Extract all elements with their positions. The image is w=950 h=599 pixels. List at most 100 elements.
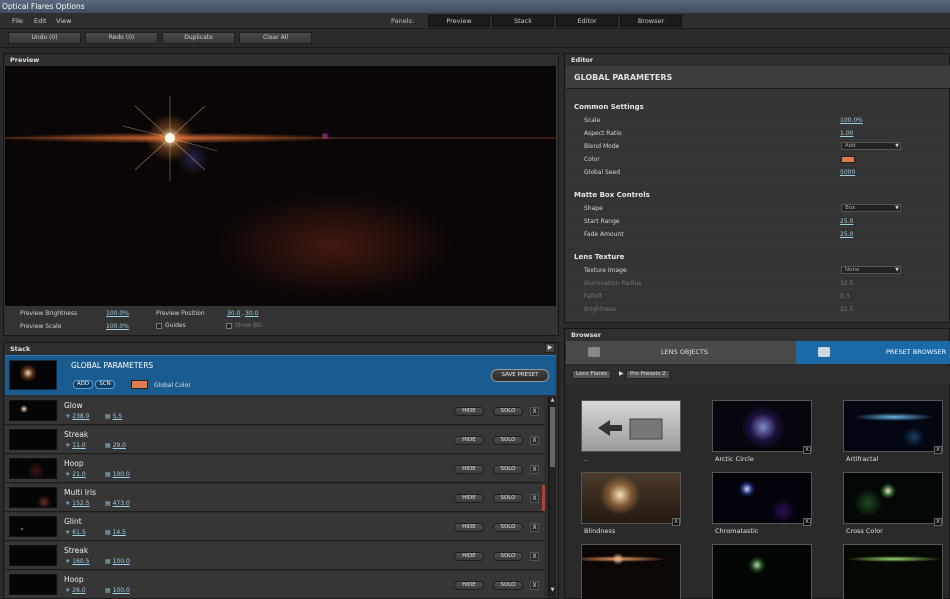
layer-scale-value[interactable]: 29.0 <box>113 442 126 449</box>
layer-scale-value[interactable]: 100.0 <box>113 558 130 565</box>
clear-all-button[interactable]: Clear All <box>239 32 312 44</box>
layer-scale-value[interactable]: 5.5 <box>113 413 123 420</box>
undo-button[interactable]: Undo (0) <box>8 32 81 44</box>
delete-layer-icon[interactable]: X <box>530 436 539 445</box>
breadcrumb-lens-flares[interactable]: Lens Flares <box>572 370 611 379</box>
layer-brightness[interactable]: ☀ 21.0 <box>65 471 86 478</box>
layer-row[interactable]: Glow ☀ 238.0 ▤ 5.5 HIDE SOLO X <box>5 397 544 425</box>
layer-row[interactable]: Glint ☀ 61.5 ▤ 14.5 HIDE SOLO X <box>5 513 544 541</box>
preset-thumb-up[interactable] <box>581 400 681 452</box>
delete-layer-icon[interactable]: X <box>530 581 539 590</box>
scale-value[interactable]: 100.0% <box>106 323 129 330</box>
redo-button[interactable]: Redo (0) <box>85 32 158 44</box>
tab-browser[interactable]: Browser <box>620 15 682 27</box>
tab-stack[interactable]: Stack <box>492 15 554 27</box>
preset-thumb-row3-c[interactable] <box>843 544 943 599</box>
tab-preset-browser[interactable]: PRESET BROWSER <box>796 341 950 364</box>
param-value[interactable]: 25.0 <box>840 218 853 225</box>
layer-brightness-value[interactable]: 26.0 <box>72 587 85 594</box>
layer-scale-value[interactable]: 100.0 <box>113 471 130 478</box>
hide-button[interactable]: HIDE <box>454 581 484 590</box>
delete-layer-icon[interactable]: X <box>530 407 539 416</box>
layer-brightness-value[interactable]: 21.0 <box>72 471 85 478</box>
blend-mode-dropdown[interactable]: Add <box>841 142 901 150</box>
layer-row[interactable]: Streak ☀ 160.5 ▤ 100.0 HIDE SOLO X <box>5 542 544 570</box>
stack-scrollbar[interactable]: ▲ ▼ <box>548 397 556 597</box>
scroll-up-icon[interactable]: ▲ <box>549 397 556 405</box>
show-bg-toggle[interactable]: Show BG <box>226 322 262 329</box>
layer-scale[interactable]: ▤ 473.0 <box>105 500 130 507</box>
layer-brightness-value[interactable]: 160.5 <box>72 558 89 565</box>
layer-scale[interactable]: ▤ 100.0 <box>105 558 130 565</box>
scn-button[interactable]: SCN <box>95 380 115 389</box>
layer-row[interactable]: Hoop ☀ 21.0 ▤ 100.0 HIDE SOLO X <box>5 455 544 483</box>
layer-scale[interactable]: ▤ 100.0 <box>105 587 130 594</box>
texture-image-dropdown[interactable]: None <box>841 266 901 274</box>
preset-thumb-cross-color[interactable] <box>843 472 943 524</box>
solo-button[interactable]: SOLO <box>493 494 523 503</box>
save-preset-button[interactable]: SAVE PRESET <box>491 369 549 382</box>
delete-layer-icon[interactable]: X <box>530 552 539 561</box>
scroll-down-icon[interactable]: ▼ <box>549 587 556 595</box>
preset-thumb-blindness[interactable] <box>581 472 681 524</box>
hide-button[interactable]: HIDE <box>454 552 484 561</box>
delete-layer-icon[interactable]: X <box>530 494 539 503</box>
guides-toggle[interactable]: Guides <box>156 322 186 329</box>
scroll-thumb[interactable] <box>550 407 555 467</box>
layer-brightness[interactable]: ☀ 61.5 <box>65 529 86 536</box>
layer-scale[interactable]: ▤ 5.5 <box>105 413 122 420</box>
layer-brightness[interactable]: ☀ 160.5 <box>65 558 89 565</box>
layer-scale[interactable]: ▤ 100.0 <box>105 471 130 478</box>
layer-brightness-value[interactable]: 61.5 <box>72 529 85 536</box>
menu-edit[interactable]: Edit <box>34 17 47 25</box>
guides-checkbox[interactable] <box>156 322 162 329</box>
color-swatch[interactable] <box>841 156 855 163</box>
layer-row[interactable]: Multi Iris ☀ 152.5 ▤ 473.0 HIDE SOLO X <box>5 484 544 512</box>
brightness-value[interactable]: 100.0% <box>106 310 129 317</box>
tab-preview[interactable]: Preview <box>428 15 490 27</box>
expand-arrow-icon[interactable]: ▶ <box>545 343 555 353</box>
position-y-value[interactable]: 30.0 <box>245 310 258 317</box>
menu-file[interactable]: File <box>12 17 23 25</box>
param-value[interactable]: 25.0 <box>840 231 853 238</box>
layer-scale-value[interactable]: 473.0 <box>113 500 130 507</box>
preset-thumb-row3-b[interactable] <box>712 544 812 599</box>
param-value[interactable]: 1.00 <box>840 130 853 137</box>
layer-brightness[interactable]: ☀ 238.0 <box>65 413 89 420</box>
layer-brightness[interactable]: ☀ 152.5 <box>65 500 89 507</box>
param-value[interactable]: 100.0% <box>840 117 863 124</box>
layer-scale[interactable]: ▤ 14.5 <box>105 529 126 536</box>
preset-thumb-row3-a[interactable] <box>581 544 681 599</box>
show-bg-checkbox[interactable] <box>226 322 232 329</box>
delete-layer-icon[interactable]: X <box>530 465 539 474</box>
layer-scale-value[interactable]: 14.5 <box>113 529 126 536</box>
layer-scale-value[interactable]: 100.0 <box>113 587 130 594</box>
remove-preset-icon[interactable]: X <box>803 446 811 454</box>
param-value[interactable]: 5000 <box>840 169 855 176</box>
solo-button[interactable]: SOLO <box>493 552 523 561</box>
position-x-value[interactable]: 30.0 <box>227 310 240 317</box>
solo-button[interactable]: SOLO <box>493 407 523 416</box>
hide-button[interactable]: HIDE <box>454 407 484 416</box>
tab-lens-objects[interactable]: LENS OBJECTS <box>566 341 796 364</box>
shape-dropdown[interactable]: Box <box>841 204 901 212</box>
solo-button[interactable]: SOLO <box>493 436 523 445</box>
delete-layer-icon[interactable]: X <box>530 523 539 532</box>
layer-row[interactable]: Hoop ☀ 26.0 ▤ 100.0 HIDE SOLO X <box>5 571 544 599</box>
tab-editor[interactable]: Editor <box>556 15 618 27</box>
preset-thumb-artifractal[interactable] <box>843 400 943 452</box>
preset-thumb-chromatastic[interactable] <box>712 472 812 524</box>
remove-preset-icon[interactable]: X <box>672 518 680 526</box>
hide-button[interactable]: HIDE <box>454 436 484 445</box>
layer-brightness-value[interactable]: 11.0 <box>72 442 85 449</box>
solo-button[interactable]: SOLO <box>493 465 523 474</box>
duplicate-button[interactable]: Duplicate <box>162 32 235 44</box>
preset-thumb-arctic-circle[interactable] <box>712 400 812 452</box>
hide-button[interactable]: HIDE <box>454 494 484 503</box>
remove-preset-icon[interactable]: X <box>934 446 942 454</box>
solo-button[interactable]: SOLO <box>493 523 523 532</box>
layer-brightness-value[interactable]: 152.5 <box>72 500 89 507</box>
hide-button[interactable]: HIDE <box>454 523 484 532</box>
add-button[interactable]: ADD <box>73 380 93 389</box>
preview-canvas[interactable] <box>5 66 556 306</box>
